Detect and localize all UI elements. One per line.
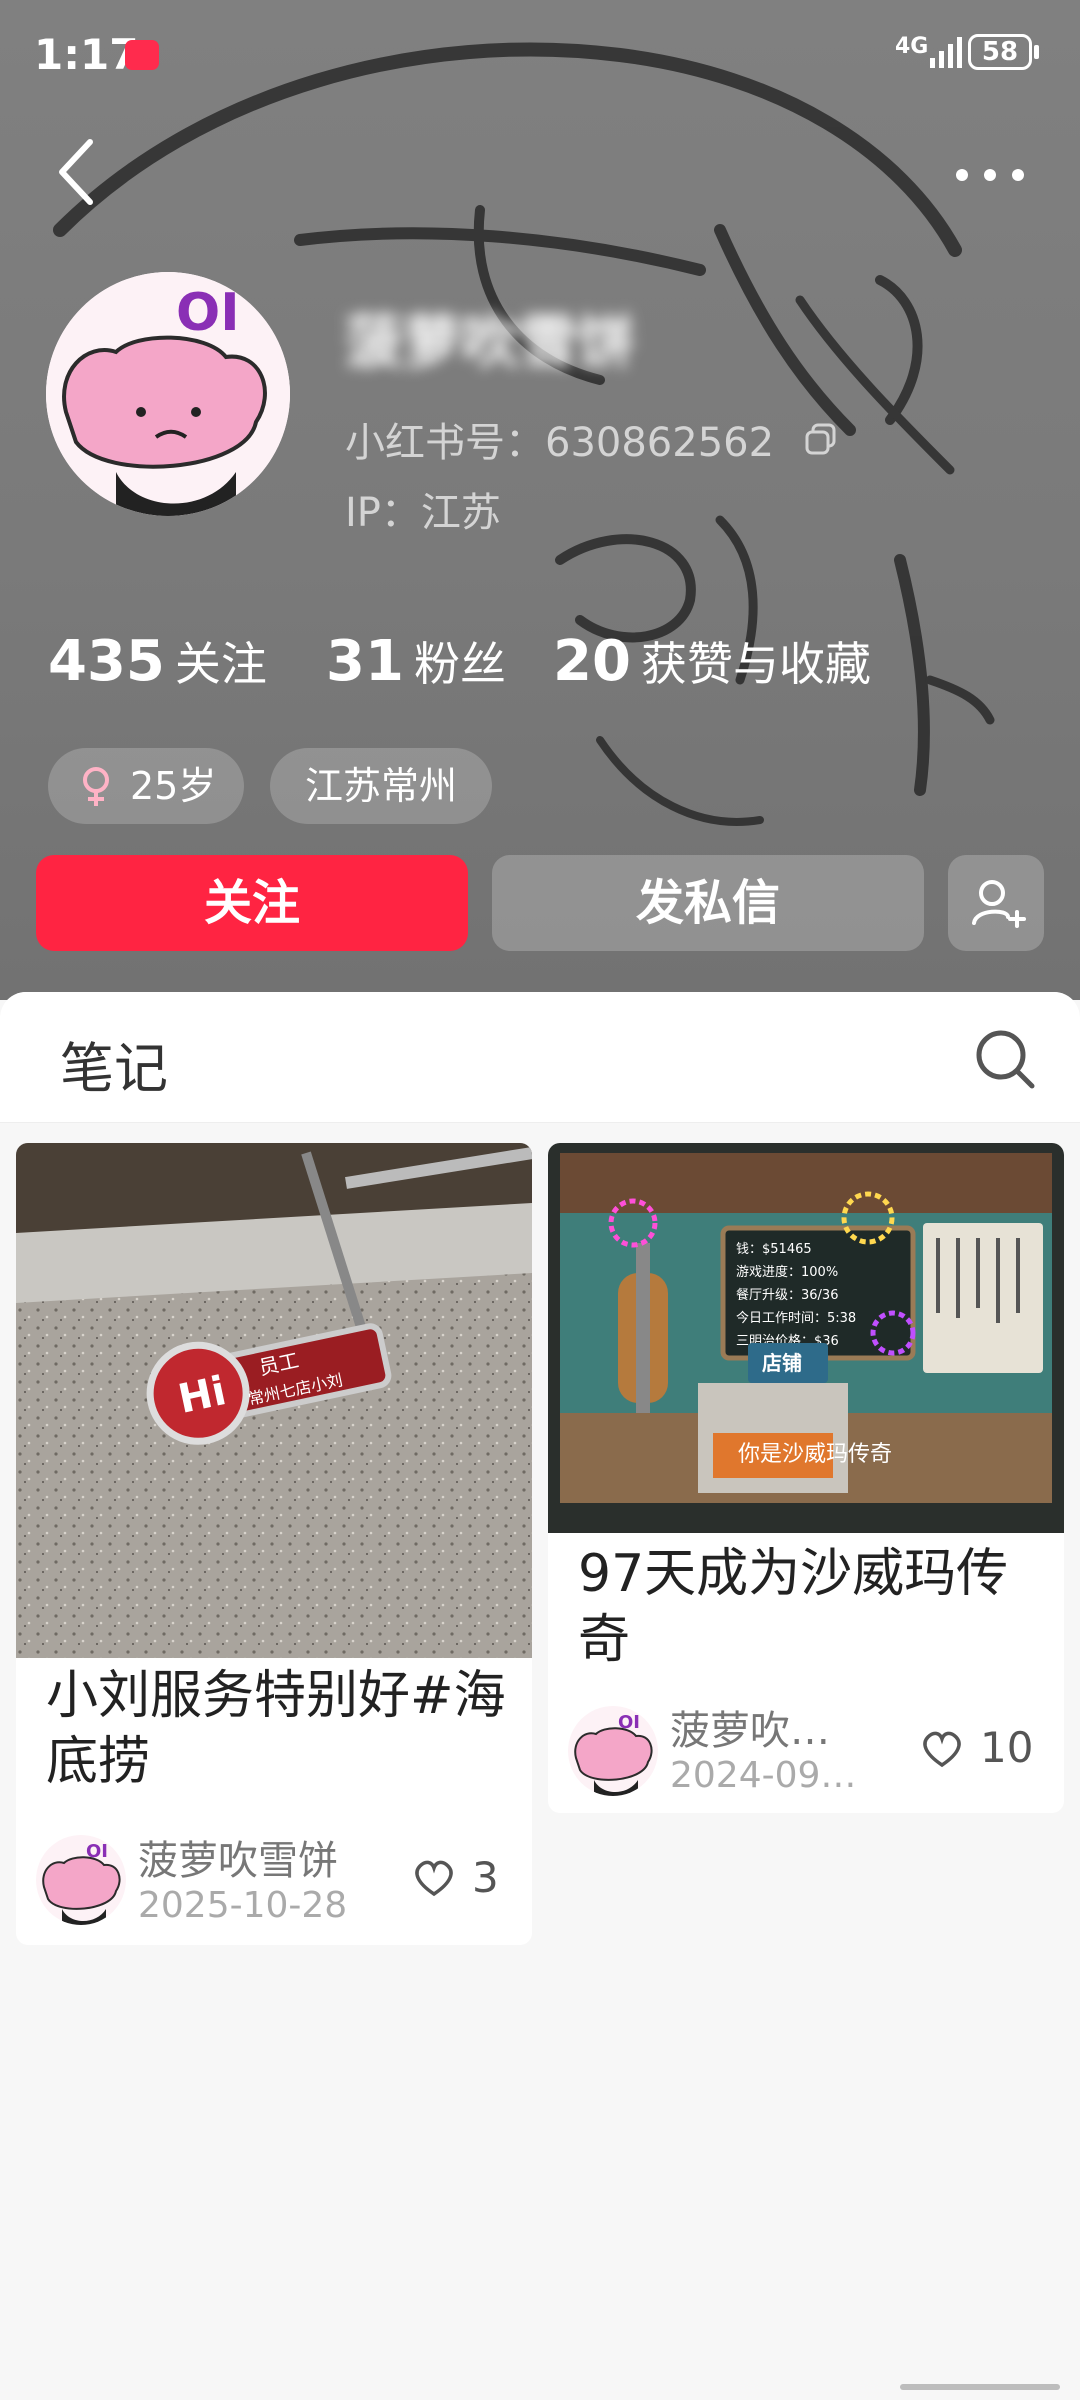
- heart-icon[interactable]: [412, 1858, 456, 1898]
- username: 菠萝吹雪饼: [345, 308, 636, 376]
- note-title: 97天成为沙威玛传奇: [578, 1544, 1009, 1670]
- battery-icon: 58: [968, 34, 1032, 70]
- message-button[interactable]: 发私信: [492, 855, 924, 951]
- note-date: 2024-09…: [670, 1755, 857, 1796]
- author-avatar: OI: [36, 1835, 126, 1925]
- stat-following[interactable]: 435 关注: [48, 628, 267, 694]
- note-date: 2025-10-28: [138, 1885, 348, 1926]
- svg-text:Hi: Hi: [174, 1368, 230, 1423]
- svg-text:OI: OI: [618, 1712, 640, 1733]
- stat-likes-collects[interactable]: 20 获赞与收藏: [553, 628, 871, 694]
- age-text: 25岁: [130, 764, 217, 808]
- search-icon[interactable]: [970, 1024, 1040, 1094]
- followers-count: 31: [326, 629, 404, 694]
- note-image: 钱：$51465 游戏进度：100% 餐厅升级：36/36 今日工作时间：5:3…: [548, 1143, 1064, 1533]
- battery-tip: [1034, 45, 1039, 59]
- following-count: 435: [48, 629, 165, 694]
- svg-text:OI: OI: [86, 1841, 108, 1862]
- tab-notes[interactable]: 笔记: [60, 1024, 168, 1103]
- note-author: 菠萝吹…: [670, 1708, 830, 1754]
- board-line-4: 今日工作时间：5:38: [736, 1310, 856, 1326]
- note-likes: 3: [472, 1853, 499, 1902]
- more-dots-icon[interactable]: [950, 150, 1030, 200]
- profile-header: 1:17 4G 58 OI 菠萝吹雪饼 小红书号：630862562 IP：江苏…: [0, 0, 1080, 1000]
- svg-text:OI: OI: [176, 283, 240, 343]
- note-author: 菠萝吹雪饼: [138, 1838, 338, 1884]
- heart-icon[interactable]: [920, 1729, 964, 1769]
- likes-collects-label: 获赞与收藏: [640, 637, 871, 691]
- likes-collects-count: 20: [553, 629, 631, 694]
- copy-icon[interactable]: [804, 422, 838, 456]
- female-icon: [83, 767, 109, 806]
- note-likes: 10: [980, 1723, 1034, 1772]
- add-user-icon: [972, 880, 1026, 928]
- note-title: 小刘服务特别好#海底捞: [46, 1666, 506, 1792]
- notification-icon: [125, 40, 159, 70]
- home-indicator[interactable]: [900, 2384, 1060, 2390]
- avatar[interactable]: OI: [46, 272, 290, 516]
- add-user-button[interactable]: [948, 855, 1044, 951]
- signal-icon: [930, 37, 962, 68]
- note-card[interactable]: Hi 员工 常州七店小刘 小刘服务特别好#海底捞 OI 菠萝吹雪饼 2025-1…: [16, 1143, 532, 1945]
- status-bar: 1:17 4G 58: [0, 0, 1080, 110]
- board-line-1: 钱：$51465: [736, 1242, 812, 1257]
- stat-followers[interactable]: 31 粉丝: [326, 628, 506, 694]
- followers-label: 粉丝: [413, 637, 506, 691]
- back-arrow-icon[interactable]: [50, 132, 110, 212]
- board-line-3: 餐厅升级：36/36: [736, 1287, 838, 1303]
- status-time: 1:17: [34, 30, 139, 79]
- shop-sign: 店铺: [762, 1351, 802, 1375]
- user-id: 小红书号：630862562: [345, 420, 775, 466]
- board-line-2: 游戏进度：100%: [736, 1264, 838, 1280]
- tag-location: 江苏常州: [270, 748, 492, 824]
- avatar-dog-image: OI: [46, 272, 290, 516]
- author-avatar: OI: [568, 1706, 658, 1796]
- ip-location: IP：江苏: [345, 490, 501, 536]
- image-subtitle: 你是沙威玛传奇: [738, 1442, 892, 1467]
- note-image: Hi 员工 常州七店小刘: [16, 1143, 532, 1658]
- follow-button[interactable]: 关注: [36, 855, 468, 951]
- following-label: 关注: [174, 637, 267, 691]
- tab-bar: 笔记: [0, 992, 1080, 1123]
- network-type: 4G: [895, 34, 929, 59]
- tag-gender-age: 25岁: [48, 748, 244, 824]
- note-card[interactable]: 钱：$51465 游戏进度：100% 餐厅升级：36/36 今日工作时间：5:3…: [548, 1143, 1064, 1813]
